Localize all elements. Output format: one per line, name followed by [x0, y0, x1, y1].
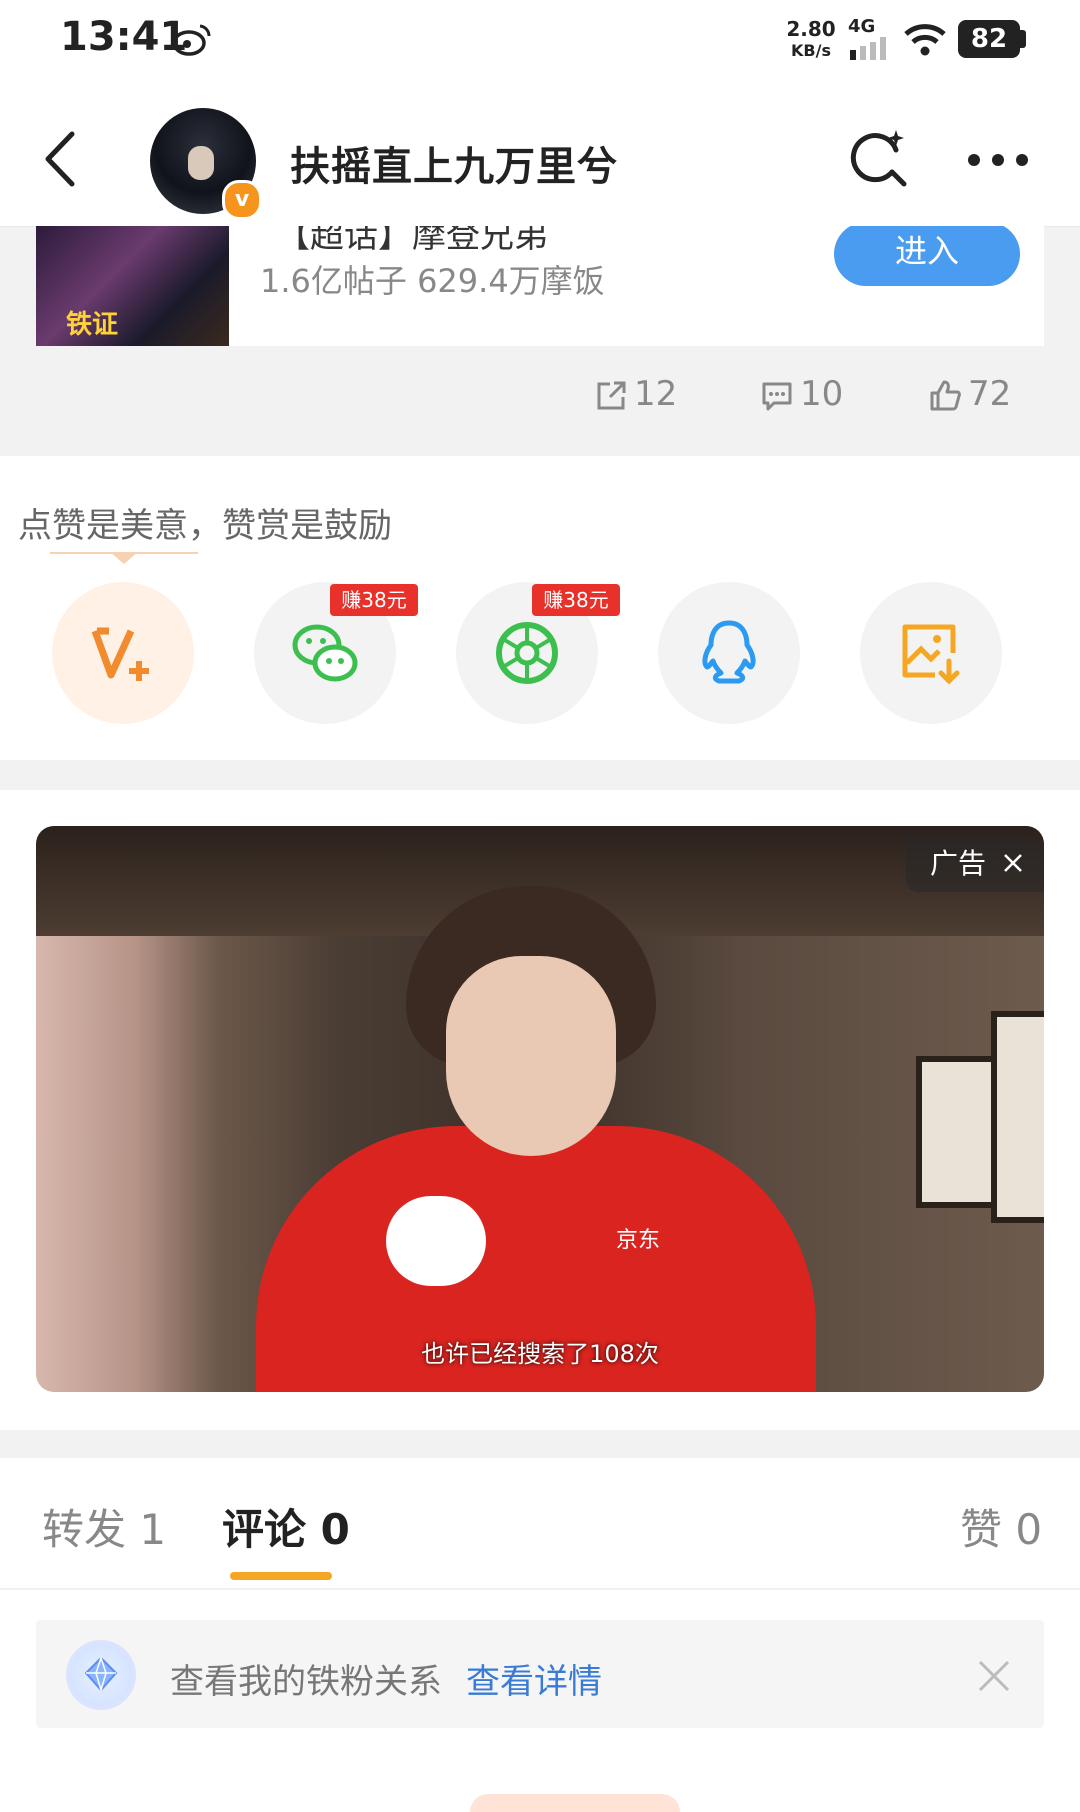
network-type: 4G [848, 16, 876, 37]
fan-relation-link[interactable]: 查看详情 [466, 1654, 602, 1703]
wechat-icon [292, 624, 358, 682]
weibo-icon [172, 24, 211, 56]
ad-wall-painting [916, 1056, 998, 1208]
comment-icon [762, 382, 792, 410]
thumbs-up-icon [930, 380, 961, 410]
status-time: 13:41 [60, 14, 188, 60]
page-title[interactable]: 扶摇直上九万里兮 [290, 134, 618, 192]
verified-badge-icon: v [222, 180, 262, 220]
comment-button[interactable]: 10 [760, 374, 843, 414]
save-image-button[interactable] [860, 582, 1002, 724]
ad-person-face [446, 956, 616, 1156]
ad-close-icon[interactable] [1002, 852, 1024, 874]
tab-reposts[interactable]: 转发 1 [42, 1496, 166, 1557]
reward-prompt: 点赞是美意，赞赏是鼓励 [18, 506, 392, 546]
wifi-icon [904, 24, 946, 56]
ad-label-text: 广告 [930, 847, 987, 880]
ad-wall-scroll [991, 1011, 1044, 1223]
v-plus-icon [91, 627, 149, 681]
repost-button[interactable]: 12 [594, 374, 677, 414]
bottom-content-peek [470, 1794, 680, 1812]
ad-subtitle: 也许已经搜索了108次 [421, 1340, 659, 1368]
ad-jd-dog-logo [386, 1196, 486, 1286]
topic-meta: 1.6亿帖子 629.4万摩饭 [260, 262, 605, 300]
qq-icon [702, 620, 756, 684]
reward-pointer [110, 552, 138, 564]
topic-thumbnail: 铁证 [36, 226, 229, 346]
search-sparkle-icon[interactable] [848, 128, 910, 190]
like-button[interactable]: 72 [928, 374, 1011, 414]
more-dots-icon[interactable] [966, 152, 1030, 168]
topic-title: 【超话】摩登兄弟 [276, 226, 548, 256]
tab-likes[interactable]: 赞 0 [960, 1496, 1042, 1557]
tab-comments[interactable]: 评论 0 [222, 1496, 350, 1557]
network-speed-value: 2.80 [786, 17, 836, 41]
ad-label[interactable]: 广告 [906, 836, 1044, 892]
enter-topic-button[interactable]: 进入 [834, 226, 1020, 286]
battery-level: 82 [958, 20, 1020, 58]
repost-count: 12 [634, 374, 678, 414]
topic-thumbnail-caption: 铁证 [66, 310, 119, 340]
active-tab-indicator [230, 1572, 332, 1580]
network-speed-unit: KB/s [791, 41, 831, 60]
avatar-face [188, 146, 214, 180]
battery-icon [1020, 30, 1026, 48]
close-icon[interactable] [976, 1658, 1012, 1694]
like-count: 72 [968, 374, 1012, 414]
back-arrow-icon[interactable] [40, 128, 80, 190]
reward-button[interactable] [52, 582, 194, 724]
super-topic-card[interactable]: 铁证 【超话】摩登兄弟 1.6亿帖子 629.4万摩饭 进入 [36, 226, 1044, 346]
repost-icon [597, 381, 626, 409]
signal-icon [850, 37, 886, 60]
fan-diamond-icon [66, 1640, 136, 1710]
share-qq-button[interactable] [658, 582, 800, 724]
moments-icon [496, 622, 558, 684]
ad-video[interactable]: 京东 [36, 826, 1044, 1392]
wechat-earn-badge: 赚38元 [330, 584, 418, 616]
moments-earn-badge: 赚38元 [532, 584, 620, 616]
ad-brand-text: 京东 [616, 1228, 661, 1253]
comment-count: 10 [800, 374, 844, 414]
save-image-icon [902, 624, 960, 685]
network-speed: 2.80 KB/s [785, 18, 837, 62]
fan-relation-text: 查看我的铁粉关系 [170, 1662, 442, 1702]
post-action-bar [0, 346, 1080, 454]
